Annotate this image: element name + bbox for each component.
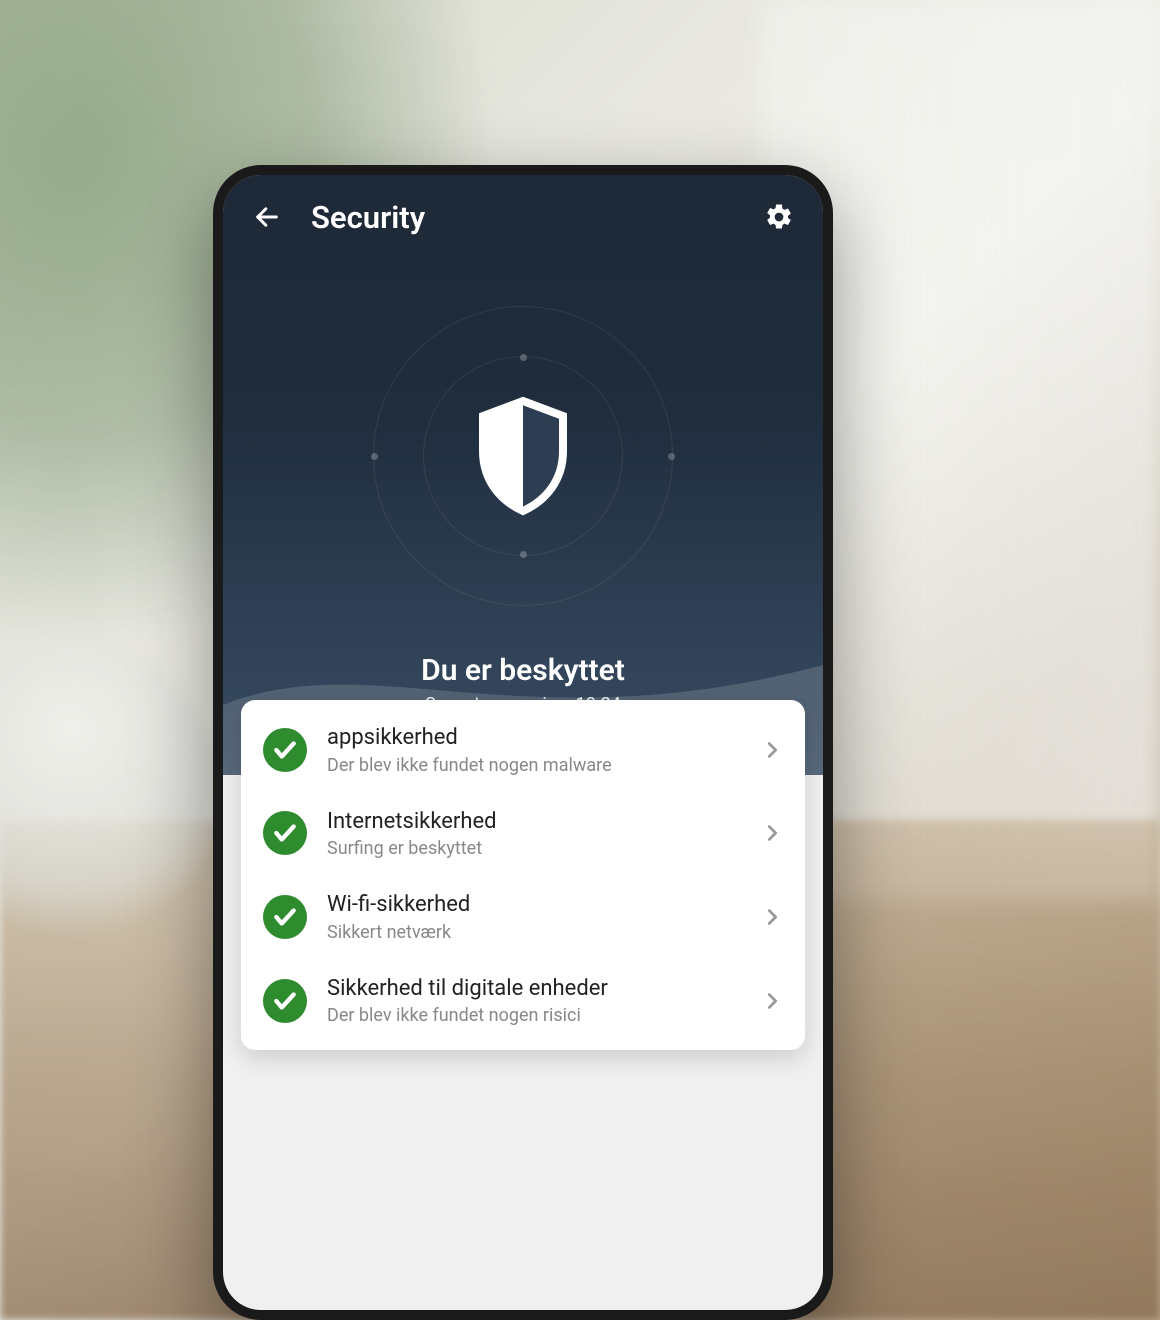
check-badge xyxy=(263,811,307,855)
row-device-security[interactable]: Sikkerhed til digitale enheder Der blev … xyxy=(241,959,805,1043)
security-card: appsikkerhed Der blev ikke fundet nogen … xyxy=(241,700,805,1050)
check-icon xyxy=(272,904,298,930)
arrow-left-icon xyxy=(253,203,281,231)
row-subtitle: Der blev ikke fundet nogen risici xyxy=(327,1005,741,1026)
gear-icon xyxy=(764,202,794,232)
row-title: Sikkerhed til digitale enheder xyxy=(327,975,741,1004)
row-title: Internetsikkerhed xyxy=(327,808,741,837)
phone-frame: Security xyxy=(213,165,833,1320)
row-internet-security[interactable]: Internetsikkerhed Surfing er beskyttet xyxy=(241,792,805,876)
row-text: Wi-fi-sikkerhed Sikkert netværk xyxy=(327,891,741,943)
chevron-right-icon xyxy=(761,990,783,1012)
chevron-right-icon xyxy=(761,739,783,761)
row-app-security[interactable]: appsikkerhed Der blev ikke fundet nogen … xyxy=(241,708,805,792)
check-badge xyxy=(263,979,307,1023)
row-subtitle: Sikkert netværk xyxy=(327,922,741,943)
check-icon xyxy=(272,737,298,763)
hero-section: Security xyxy=(223,175,823,775)
settings-button[interactable] xyxy=(759,197,799,237)
row-text: Internetsikkerhed Surfing er beskyttet xyxy=(327,808,741,860)
row-subtitle: Surfing er beskyttet xyxy=(327,838,741,859)
row-text: Sikkerhed til digitale enheder Der blev … xyxy=(327,975,741,1027)
check-icon xyxy=(272,820,298,846)
row-subtitle: Der blev ikke fundet nogen malware xyxy=(327,755,741,776)
orbit-dot xyxy=(668,453,675,460)
check-badge xyxy=(263,895,307,939)
chevron-right-icon xyxy=(761,822,783,844)
shield-zone xyxy=(223,259,823,653)
row-text: appsikkerhed Der blev ikke fundet nogen … xyxy=(327,724,741,776)
chevron-right-icon xyxy=(761,906,783,928)
row-title: Wi-fi-sikkerhed xyxy=(327,891,741,920)
row-title: appsikkerhed xyxy=(327,724,741,753)
check-icon xyxy=(272,988,298,1014)
phone-screen: Security xyxy=(223,175,823,1310)
orbit-dot xyxy=(371,453,378,460)
back-button[interactable] xyxy=(247,197,287,237)
app-bar: Security xyxy=(223,175,823,259)
check-badge xyxy=(263,728,307,772)
row-wifi-security[interactable]: Wi-fi-sikkerhed Sikkert netværk xyxy=(241,875,805,959)
page-title: Security xyxy=(311,199,735,236)
orbit-ring-outer xyxy=(373,306,673,606)
